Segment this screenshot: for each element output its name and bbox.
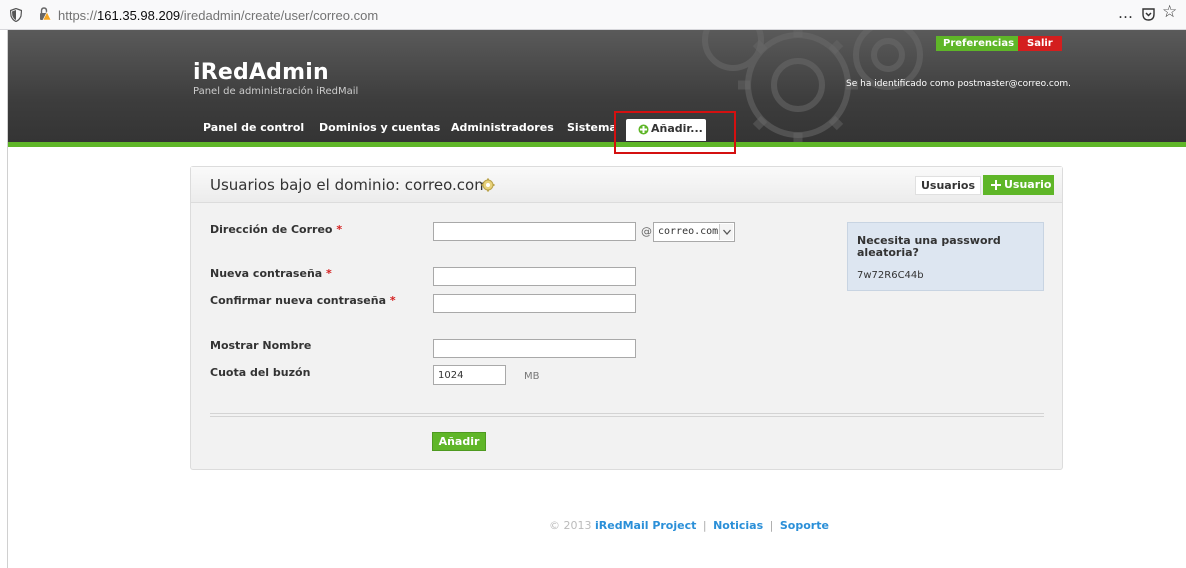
url-prefix: https:// <box>58 8 98 23</box>
tab-users[interactable]: Usuarios <box>915 176 981 195</box>
nav-dashboard[interactable]: Panel de control <box>203 121 304 134</box>
footer-separator: | <box>702 519 707 532</box>
quota-field[interactable] <box>433 365 506 385</box>
insecure-lock-icon[interactable] <box>38 7 52 21</box>
confirm-password-label-text: Confirmar nueva contraseña <box>210 294 386 307</box>
nav-system[interactable]: Sistema <box>567 121 617 134</box>
highlight-box <box>614 111 736 154</box>
confirm-password-field[interactable] <box>433 294 636 313</box>
email-label-text: Dirección de Correo <box>210 223 333 236</box>
page-title: Usuarios bajo el dominio: correo.com <box>210 176 489 194</box>
footer-project-link[interactable]: iRedMail Project <box>595 519 696 532</box>
add-user-label: Usuario <box>1004 178 1052 191</box>
url-text[interactable]: https://161.35.98.209/iredadmin/create/u… <box>58 8 378 23</box>
footer-support-link[interactable]: Soporte <box>780 519 829 532</box>
display-name-field[interactable] <box>433 339 636 358</box>
url-path: /iredadmin/create/user/correo.com <box>180 8 379 23</box>
confirm-password-label: Confirmar nueva contraseña * <box>210 294 396 307</box>
add-user-button[interactable]: Usuario <box>983 175 1054 195</box>
required-mark: * <box>389 294 396 307</box>
footer-separator: | <box>769 519 774 532</box>
email-label: Dirección de Correo * <box>210 223 342 236</box>
chevron-down-icon <box>719 224 733 240</box>
nav-domains-accounts[interactable]: Dominios y cuentas <box>319 121 440 134</box>
nav-admins[interactable]: Administradores <box>451 121 554 134</box>
domain-select[interactable]: correo.com <box>653 222 735 242</box>
form-divider <box>210 413 1044 417</box>
logout-button[interactable]: Salir <box>1018 36 1062 51</box>
panel-header: Usuarios bajo el dominio: correo.com Usu… <box>191 167 1062 203</box>
email-field[interactable] <box>433 222 636 241</box>
random-password-value[interactable]: 7w72R6C44b <box>857 270 924 281</box>
url-host: 161.35.98.209 <box>97 8 181 23</box>
quota-unit: MB <box>524 371 540 382</box>
plus-icon <box>991 180 1001 190</box>
at-sign: @ <box>641 225 652 238</box>
submit-add-button[interactable]: Añadir <box>432 432 486 451</box>
bookmark-star-icon[interactable]: ☆ <box>1162 2 1177 22</box>
logged-in-status: Se ha identificado como postmaster@corre… <box>846 79 1071 89</box>
required-mark: * <box>326 267 332 280</box>
browser-url-bar[interactable]: https://161.35.98.209/iredadmin/create/u… <box>0 0 1186 30</box>
tracking-shield-icon[interactable] <box>10 8 22 22</box>
pocket-icon[interactable] <box>1141 7 1156 22</box>
password-field[interactable] <box>433 267 636 286</box>
required-mark: * <box>336 223 343 236</box>
domain-select-value: correo.com <box>658 226 719 237</box>
create-user-panel: Usuarios bajo el dominio: correo.com Usu… <box>190 166 1063 470</box>
page-footer: © 2013 iRedMail Project | Noticias | Sop… <box>549 519 829 532</box>
app-logo-title[interactable]: iRedAdmin <box>193 60 329 85</box>
gear-icon[interactable] <box>481 178 495 192</box>
app-logo-subtitle: Panel de administración iRedMail <box>193 86 359 97</box>
preferences-button[interactable]: Preferencias <box>936 36 1022 51</box>
quota-label: Cuota del buzón <box>210 366 311 379</box>
password-label-text: Nueva contraseña <box>210 267 323 280</box>
random-password-question: Necesita una password aleatoria? <box>857 234 1001 259</box>
random-password-box: Necesita una password aleatoria? 7w72R6C… <box>847 222 1044 291</box>
header-accent-line <box>8 142 1186 147</box>
display-name-label: Mostrar Nombre <box>210 339 312 352</box>
password-label: Nueva contraseña * <box>210 267 332 280</box>
footer-copyright: © 2013 <box>549 519 592 532</box>
page-actions-icon[interactable]: … <box>1118 4 1133 22</box>
footer-news-link[interactable]: Noticias <box>713 519 763 532</box>
